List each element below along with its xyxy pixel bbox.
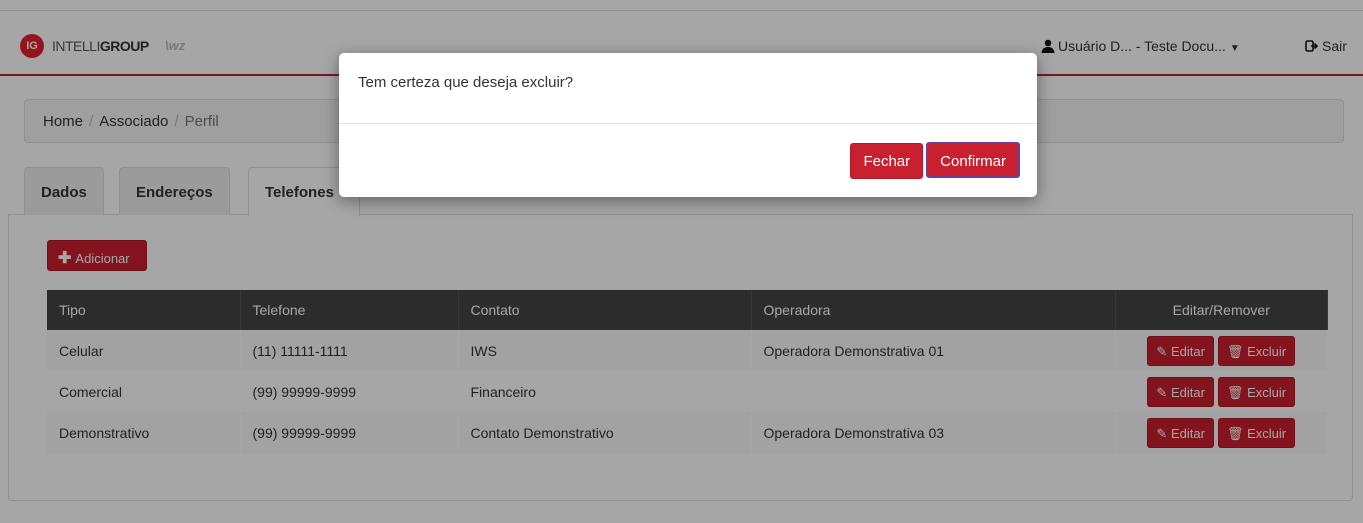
- modal-footer: Fechar Confirmar: [847, 142, 1020, 179]
- confirm-delete-modal: Tem certeza que deseja excluir? Fechar Co…: [339, 53, 1037, 197]
- close-button[interactable]: Fechar: [850, 143, 924, 179]
- modal-message: Tem certeza que deseja excluir?: [339, 53, 1037, 124]
- confirm-button[interactable]: Confirmar: [926, 142, 1020, 178]
